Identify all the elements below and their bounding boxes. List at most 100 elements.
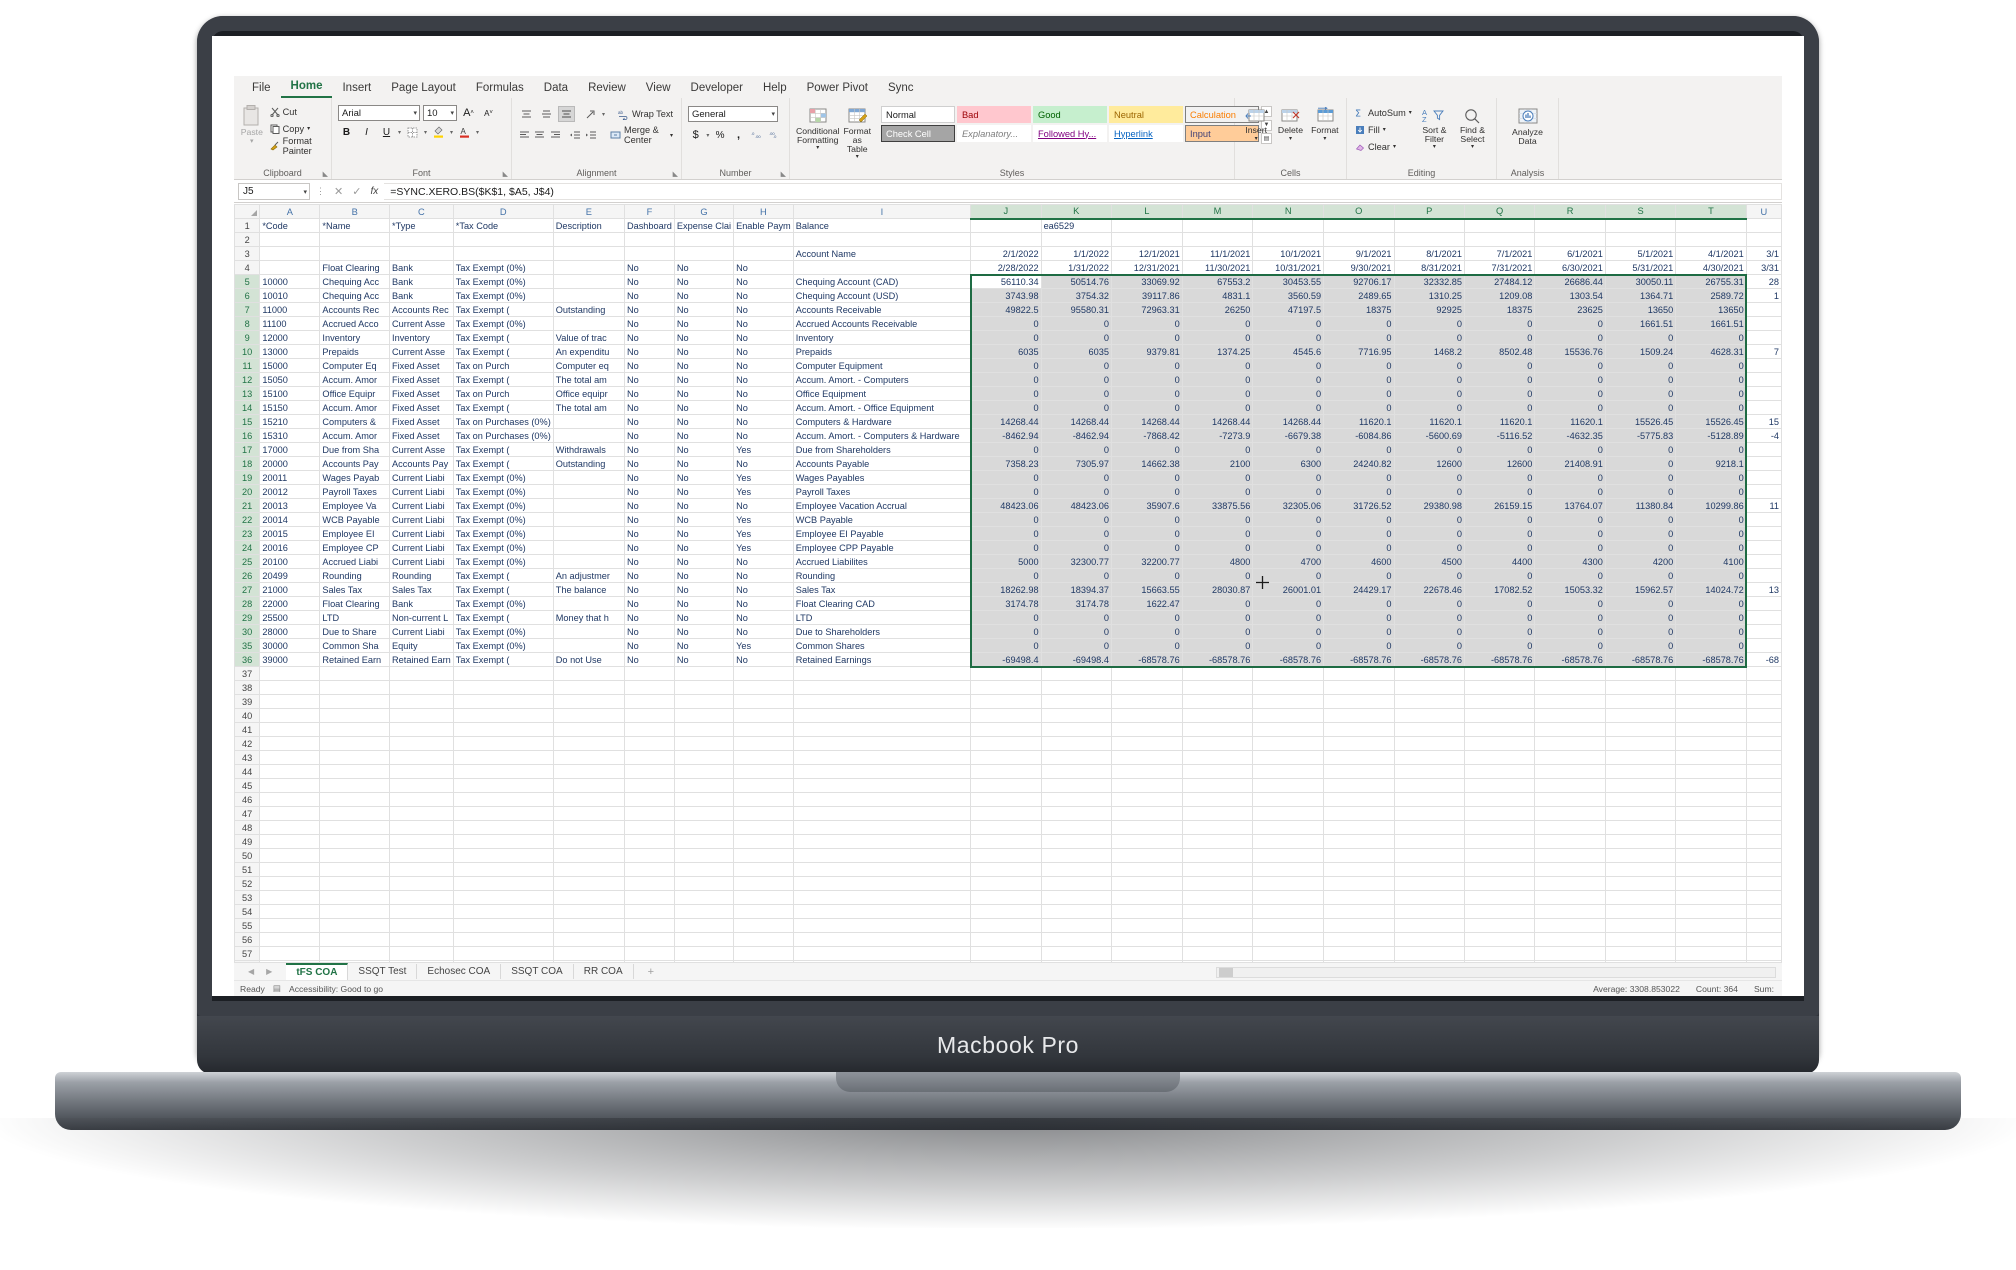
cell-M55[interactable] xyxy=(1181,918,1254,933)
cell-K7[interactable]: 95580.31 xyxy=(1040,302,1112,317)
cell-N25[interactable]: 4700 xyxy=(1252,554,1325,569)
cell-T19[interactable]: 0 xyxy=(1675,470,1747,485)
cell-H13[interactable]: No xyxy=(733,386,794,401)
table-row[interactable]: 57 xyxy=(234,946,1782,961)
italic-button[interactable]: I xyxy=(358,124,375,140)
cell-N30[interactable]: 0 xyxy=(1252,624,1325,639)
row-header-18[interactable]: 18 xyxy=(234,456,261,471)
cell-O47[interactable] xyxy=(1323,806,1395,821)
cell-H30[interactable]: No xyxy=(733,624,794,639)
cell-L13[interactable]: 0 xyxy=(1110,386,1183,401)
cell-N8[interactable]: 0 xyxy=(1252,316,1325,331)
row-header-9[interactable]: 9 xyxy=(234,330,261,345)
cell-O52[interactable] xyxy=(1323,876,1395,891)
table-row[interactable]: 1 *Code *Name *Type *Tax Code Description Dash… xyxy=(234,218,1782,233)
cell-F45[interactable] xyxy=(623,778,675,793)
cell-T8[interactable]: 1661.51 xyxy=(1675,316,1747,331)
cell-K36[interactable]: -69498.4 xyxy=(1040,652,1112,667)
cell-F4[interactable]: No xyxy=(623,260,675,275)
cell-A7[interactable]: 11000 xyxy=(259,302,321,317)
row-header-16[interactable]: 16 xyxy=(234,428,261,443)
cell-E53[interactable] xyxy=(552,890,625,905)
cell-Q21[interactable]: 26159.15 xyxy=(1463,498,1536,513)
cell-P3[interactable]: 8/1/2021 xyxy=(1393,246,1465,261)
cell-F25[interactable]: No xyxy=(623,554,675,569)
row-header-47[interactable]: 47 xyxy=(234,806,261,821)
cell-C27[interactable]: Sales Tax xyxy=(389,582,454,597)
cell-Q27[interactable]: 17082.52 xyxy=(1463,582,1536,597)
cell-G39[interactable] xyxy=(673,694,735,709)
cell-J43[interactable] xyxy=(970,750,1042,765)
table-row[interactable]: 49 xyxy=(234,834,1782,849)
cell-B1[interactable]: *Name xyxy=(319,218,391,233)
percent-format-button[interactable]: % xyxy=(712,127,727,143)
cell-P8[interactable]: 0 xyxy=(1393,316,1465,331)
cell-D15[interactable]: Tax on Purchases (0%) xyxy=(452,414,554,429)
table-row[interactable]: 14 15150 Accum. Amor Fixed Asset Tax Exempt … xyxy=(234,400,1782,415)
cell-E54[interactable] xyxy=(552,904,625,919)
cell-R52[interactable] xyxy=(1534,876,1606,891)
cell-R13[interactable]: 0 xyxy=(1534,386,1606,401)
cell-A25[interactable]: 20100 xyxy=(259,554,321,569)
row-header-41[interactable]: 41 xyxy=(234,722,261,737)
cell-S12[interactable]: 0 xyxy=(1604,372,1677,387)
cell-O15[interactable]: 11620.1 xyxy=(1323,414,1395,429)
cell-C17[interactable]: Current Asse xyxy=(389,442,454,457)
cell-Q20[interactable]: 0 xyxy=(1463,484,1536,499)
cell-G20[interactable]: No xyxy=(673,484,735,499)
cell-I35[interactable]: Common Shares xyxy=(792,638,972,653)
cell-S18[interactable]: 0 xyxy=(1604,456,1677,471)
cell-E16[interactable] xyxy=(552,428,625,443)
cell-J2[interactable] xyxy=(970,232,1042,247)
cell-B11[interactable]: Computer Eq xyxy=(319,358,391,373)
row-header-23[interactable]: 23 xyxy=(234,526,261,541)
table-row[interactable]: 20 20012 Payroll Taxes Current Liabi Tax Exe… xyxy=(234,484,1782,499)
cell-H52[interactable] xyxy=(733,876,794,891)
cell-N15[interactable]: 14268.44 xyxy=(1252,414,1325,429)
cell-M13[interactable]: 0 xyxy=(1181,386,1254,401)
cell-P35[interactable]: 0 xyxy=(1393,638,1465,653)
cell-D53[interactable] xyxy=(452,890,554,905)
cell-N19[interactable]: 0 xyxy=(1252,470,1325,485)
cell-C38[interactable] xyxy=(389,680,454,695)
cell-U1[interactable] xyxy=(1745,218,1782,233)
cell-B21[interactable]: Employee Va xyxy=(319,498,391,513)
row-header-39[interactable]: 39 xyxy=(234,694,261,709)
row-header-13[interactable]: 13 xyxy=(234,386,261,401)
cell-T26[interactable]: 0 xyxy=(1675,568,1747,583)
cell-B40[interactable] xyxy=(319,708,391,723)
cell-P14[interactable]: 0 xyxy=(1393,400,1465,415)
cell-N43[interactable] xyxy=(1252,750,1325,765)
cell-J48[interactable] xyxy=(970,820,1042,835)
cell-E51[interactable] xyxy=(552,862,625,877)
cell-F8[interactable]: No xyxy=(623,316,675,331)
cell-Q50[interactable] xyxy=(1463,848,1536,863)
cell-P38[interactable] xyxy=(1393,680,1465,695)
cell-A22[interactable]: 20014 xyxy=(259,512,321,527)
cell-N9[interactable]: 0 xyxy=(1252,330,1325,345)
cell-C16[interactable]: Fixed Asset xyxy=(389,428,454,443)
cell-Q56[interactable] xyxy=(1463,932,1536,947)
cell-R56[interactable] xyxy=(1534,932,1606,947)
cell-N51[interactable] xyxy=(1252,862,1325,877)
cell-N53[interactable] xyxy=(1252,890,1325,905)
cell-O45[interactable] xyxy=(1323,778,1395,793)
cell-I2[interactable] xyxy=(792,232,972,247)
cell-F24[interactable]: No xyxy=(623,540,675,555)
cell-F40[interactable] xyxy=(623,708,675,723)
table-row[interactable]: 2 xyxy=(234,232,1782,247)
cell-H27[interactable]: No xyxy=(733,582,794,597)
cell-L3[interactable]: 12/1/2021 xyxy=(1110,246,1183,261)
cell-H14[interactable]: No xyxy=(733,400,794,415)
cell-N22[interactable]: 0 xyxy=(1252,512,1325,527)
sheet-tab-tfs-coa[interactable]: tFS COA xyxy=(286,963,349,980)
cell-P36[interactable]: -68578.76 xyxy=(1393,652,1465,667)
cell-H26[interactable]: No xyxy=(733,568,794,583)
column-header-M[interactable]: M xyxy=(1181,204,1254,220)
cell-C43[interactable] xyxy=(389,750,454,765)
cell-P45[interactable] xyxy=(1393,778,1465,793)
cell-Q10[interactable]: 8502.48 xyxy=(1463,344,1536,359)
cell-S57[interactable] xyxy=(1604,946,1677,961)
cell-R2[interactable] xyxy=(1534,232,1606,247)
cell-P29[interactable]: 0 xyxy=(1393,610,1465,625)
